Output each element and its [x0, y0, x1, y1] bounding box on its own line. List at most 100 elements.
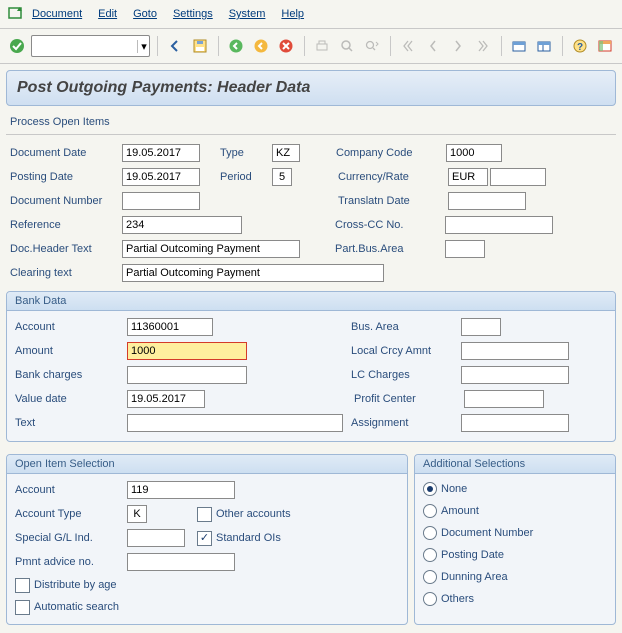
bank-account-field[interactable]	[127, 318, 213, 336]
lc-charges-field[interactable]	[461, 366, 569, 384]
menu-edit[interactable]: Edit	[98, 8, 117, 20]
label-part-bus: Part.Bus.Area	[327, 243, 445, 255]
prev-page-icon[interactable]	[423, 34, 444, 58]
part-bus-field[interactable]	[445, 240, 485, 258]
doc-date-field[interactable]	[122, 144, 200, 162]
type-field[interactable]	[272, 144, 300, 162]
layout-icon[interactable]	[595, 34, 616, 58]
cross-cc-field[interactable]	[445, 216, 553, 234]
special-gl-field[interactable]	[127, 529, 185, 547]
save-icon[interactable]	[190, 34, 211, 58]
label-oi-account: Account	[11, 484, 127, 496]
menu-settings[interactable]: Settings	[173, 8, 213, 20]
label-header-text: Doc.Header Text	[6, 243, 122, 255]
first-page-icon[interactable]	[398, 34, 419, 58]
label-currency: Currency/Rate	[330, 171, 448, 183]
toolbar-separator	[218, 36, 219, 56]
print-icon[interactable]	[312, 34, 333, 58]
next-page-icon[interactable]	[448, 34, 469, 58]
label-type: Type	[220, 147, 272, 159]
menu-help[interactable]: Help	[281, 8, 304, 20]
label-distribute: Distribute by age	[34, 579, 117, 591]
toolbar-separator	[562, 36, 563, 56]
radio-dunning[interactable]	[423, 570, 437, 584]
menu-document[interactable]: Document	[32, 8, 82, 20]
label-local-crcy: Local Crcy Amnt	[343, 345, 461, 357]
bus-area-field[interactable]	[461, 318, 501, 336]
profit-center-field[interactable]	[464, 390, 544, 408]
label-other-accounts: Other accounts	[216, 508, 291, 520]
additional-header: Additional Selections	[415, 455, 615, 474]
back-icon[interactable]	[165, 34, 186, 58]
help-icon[interactable]: ?	[570, 34, 591, 58]
toolbar-separator	[501, 36, 502, 56]
command-field[interactable]: ▾	[31, 35, 150, 57]
value-date-field[interactable]	[127, 390, 205, 408]
label-special-gl: Special G/L Ind.	[11, 532, 127, 544]
local-crcy-field[interactable]	[461, 342, 569, 360]
menu-system[interactable]: System	[229, 8, 266, 20]
oi-account-field[interactable]	[127, 481, 235, 499]
assignment-field[interactable]	[461, 414, 569, 432]
find-next-icon[interactable]	[362, 34, 383, 58]
label-reference: Reference	[6, 219, 122, 231]
amount-field[interactable]	[127, 342, 247, 360]
radio-label-posting-date: Posting Date	[441, 549, 504, 561]
gen-session-icon[interactable]	[534, 34, 555, 58]
nav-back-icon[interactable]	[226, 34, 247, 58]
trans-date-field[interactable]	[448, 192, 526, 210]
menu-goto[interactable]: Goto	[133, 8, 157, 20]
doc-number-field[interactable]	[122, 192, 200, 210]
chevron-down-icon: ▾	[137, 40, 147, 53]
pmnt-advice-field[interactable]	[127, 553, 235, 571]
period-field[interactable]	[272, 168, 292, 186]
toolbar-separator	[304, 36, 305, 56]
radio-label-others: Others	[441, 593, 474, 605]
label-assignment: Assignment	[343, 417, 461, 429]
nav-exit-icon[interactable]	[251, 34, 272, 58]
bank-data-header: Bank Data	[7, 292, 615, 311]
cancel-icon[interactable]	[276, 34, 297, 58]
toolbar-separator	[157, 36, 158, 56]
rate-field[interactable]	[490, 168, 546, 186]
radio-doc-number[interactable]	[423, 526, 437, 540]
additional-selections-group: Additional Selections None Amount Docume…	[414, 454, 616, 625]
header-form: Document Date Type Company Code Posting …	[6, 141, 616, 285]
distribute-checkbox[interactable]	[15, 578, 30, 593]
standard-ois-checkbox[interactable]	[197, 531, 212, 546]
menu-bar: Document Edit Goto Settings System Help	[0, 0, 622, 29]
app-menu-icon[interactable]	[8, 7, 24, 21]
radio-posting-date[interactable]	[423, 548, 437, 562]
header-text-field[interactable]	[122, 240, 300, 258]
enter-icon[interactable]	[6, 34, 27, 58]
label-auto-search: Automatic search	[34, 601, 119, 613]
clearing-text-field[interactable]	[122, 264, 384, 282]
other-accounts-checkbox[interactable]	[197, 507, 212, 522]
reference-field[interactable]	[122, 216, 242, 234]
radio-amount[interactable]	[423, 504, 437, 518]
label-bank-account: Account	[11, 321, 127, 333]
currency-field[interactable]	[448, 168, 488, 186]
radio-label-doc-number: Document Number	[441, 527, 533, 539]
last-page-icon[interactable]	[473, 34, 494, 58]
label-account-type: Account Type	[11, 508, 127, 520]
label-pmnt-advice: Pmnt advice no.	[11, 556, 127, 568]
radio-others[interactable]	[423, 592, 437, 606]
label-cross-cc: Cross-CC No.	[327, 219, 445, 231]
page-title: Post Outgoing Payments: Header Data	[6, 70, 616, 106]
auto-search-checkbox[interactable]	[15, 600, 30, 615]
process-open-items-link[interactable]: Process Open Items	[6, 110, 616, 135]
label-period: Period	[220, 171, 272, 183]
svg-text:?: ?	[577, 42, 583, 53]
label-doc-number: Document Number	[6, 195, 122, 207]
label-posting-date: Posting Date	[6, 171, 122, 183]
company-code-field[interactable]	[446, 144, 502, 162]
posting-date-field[interactable]	[122, 168, 200, 186]
radio-label-none: None	[441, 483, 467, 495]
radio-none[interactable]	[423, 482, 437, 496]
new-session-icon[interactable]	[509, 34, 530, 58]
bank-text-field[interactable]	[127, 414, 343, 432]
find-icon[interactable]	[337, 34, 358, 58]
account-type-field[interactable]	[127, 505, 147, 523]
bank-charges-field[interactable]	[127, 366, 247, 384]
